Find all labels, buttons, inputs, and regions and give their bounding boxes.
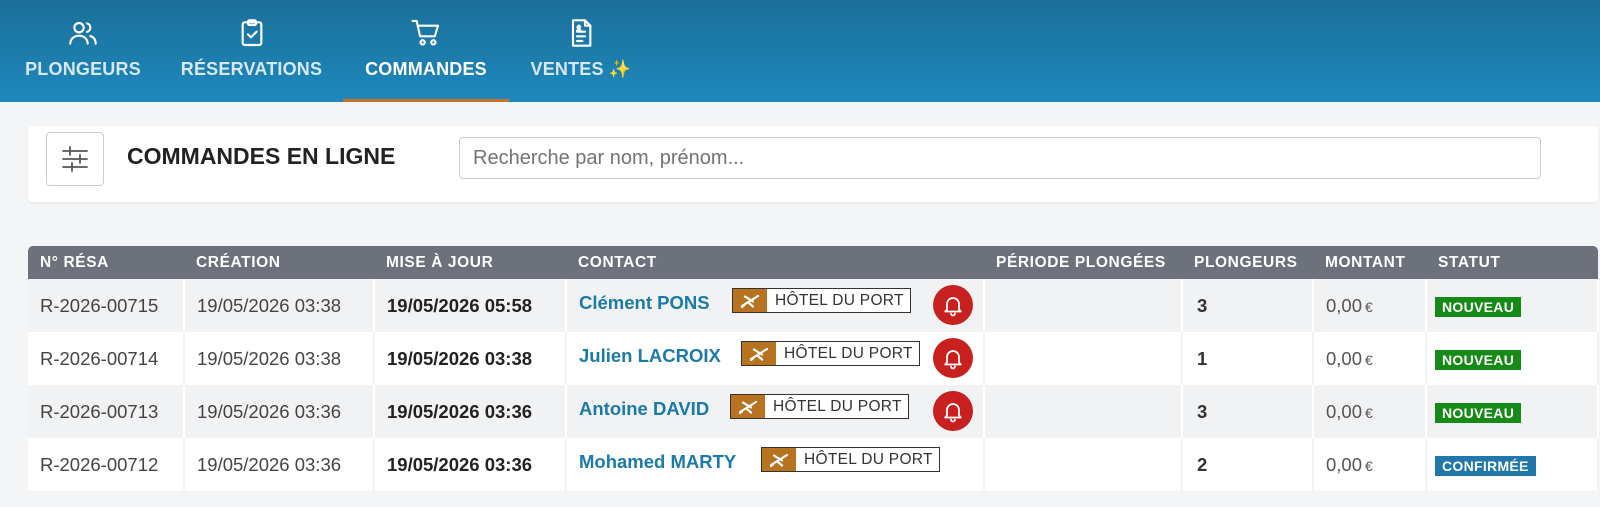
tab-label: RÉSERVATIONS <box>180 59 323 79</box>
dive-period <box>984 279 1183 332</box>
sliders-icon <box>62 146 88 172</box>
hotel-name: HÔTEL DU PORT <box>804 451 933 468</box>
status-badge: NOUVEAU <box>1435 349 1522 370</box>
plane-icon <box>742 342 776 365</box>
status-badge: NOUVEAU <box>1435 402 1522 423</box>
resa-number: R-2026-00715 <box>28 279 185 332</box>
tab-label: COMMANDES <box>365 59 487 79</box>
resa-number: R-2026-00713 <box>28 385 185 438</box>
clipboard-check-icon <box>235 16 269 50</box>
column-header[interactable]: STATUT <box>1426 246 1598 279</box>
amount-value: 0,00 <box>1326 400 1363 422</box>
plane-icon <box>762 448 796 471</box>
created-date: 19/05/2026 03:38 <box>184 332 375 385</box>
column-header[interactable]: N° RÉSA <box>28 246 184 279</box>
table-row[interactable]: R-2026-00712 19/05/2026 03:36 19/05/2026… <box>28 438 1599 491</box>
amount: 0,00 € <box>1313 385 1427 438</box>
status-cell: NOUVEAU <box>1426 385 1599 438</box>
status-cell: NOUVEAU <box>1426 279 1599 332</box>
plane-icon <box>731 395 765 418</box>
amount: 0,00 € <box>1313 332 1427 385</box>
status-badge: CONFIRMÉE <box>1435 455 1536 476</box>
bell-alert-icon[interactable] <box>933 285 973 325</box>
invoice-icon <box>564 16 598 50</box>
hotel-tag: HÔTEL DU PORT <box>761 447 940 472</box>
filter-button[interactable] <box>46 132 104 186</box>
contact-cell: Clément PONS HÔTEL DU PORT <box>566 279 985 332</box>
orders-table: N° RÉSA CRÉATION MISE À JOUR CONTACT PÉR… <box>28 246 1599 491</box>
dive-period <box>984 438 1183 491</box>
updated-date: 19/05/2026 03:36 <box>374 438 567 491</box>
amount-value: 0,00 <box>1326 294 1363 316</box>
page-title: COMMANDES EN LIGNE <box>127 143 396 169</box>
divers-count: 1 <box>1182 332 1314 385</box>
contact-link[interactable]: Julien LACROIX <box>579 345 721 367</box>
column-header[interactable]: PLONGEURS <box>1182 246 1313 279</box>
column-header[interactable]: CRÉATION <box>184 246 374 279</box>
contact-link[interactable]: Mohamed MARTY <box>579 451 736 473</box>
bell-alert-icon[interactable] <box>933 338 973 378</box>
status-cell: CONFIRMÉE <box>1426 438 1599 491</box>
column-header[interactable]: PÉRIODE PLONGÉES <box>984 246 1182 279</box>
header-card: COMMANDES EN LIGNE <box>28 126 1598 202</box>
hotel-tag: HÔTEL DU PORT <box>730 394 909 419</box>
column-header[interactable]: MISE À JOUR <box>374 246 566 279</box>
updated-date: 19/05/2026 03:38 <box>374 332 567 385</box>
top-navigation: PLONGEURS RÉSERVATIONS COMMANDES VENTES … <box>0 0 1600 102</box>
table-row[interactable]: R-2026-00714 19/05/2026 03:38 19/05/2026… <box>28 332 1599 385</box>
table-row[interactable]: R-2026-00715 19/05/2026 03:38 19/05/2026… <box>28 279 1599 332</box>
tab-label: VENTES ✨ <box>530 59 632 79</box>
dive-period <box>984 385 1183 438</box>
created-date: 19/05/2026 03:36 <box>184 438 375 491</box>
tab-label: PLONGEURS <box>25 59 141 79</box>
updated-date: 19/05/2026 03:36 <box>374 385 567 438</box>
divers-count: 2 <box>1182 438 1314 491</box>
created-date: 19/05/2026 03:36 <box>184 385 375 438</box>
tab-ventes[interactable]: VENTES ✨ <box>530 0 632 102</box>
tab-plongeurs[interactable]: PLONGEURS <box>25 0 141 102</box>
updated-date: 19/05/2026 05:58 <box>374 279 567 332</box>
shopping-cart-icon <box>409 16 443 50</box>
hotel-name: HÔTEL DU PORT <box>784 345 913 362</box>
contact-cell: Julien LACROIX HÔTEL DU PORT <box>566 332 985 385</box>
divers-count: 3 <box>1182 279 1314 332</box>
bell-alert-icon[interactable] <box>933 391 973 431</box>
contact-cell: Mohamed MARTY HÔTEL DU PORT <box>566 438 985 491</box>
resa-number: R-2026-00714 <box>28 332 185 385</box>
currency-symbol: € <box>1365 351 1373 368</box>
amount: 0,00 € <box>1313 279 1427 332</box>
currency-symbol: € <box>1365 298 1373 315</box>
hotel-name: HÔTEL DU PORT <box>775 292 904 309</box>
currency-symbol: € <box>1365 404 1373 421</box>
table-row[interactable]: R-2026-00713 19/05/2026 03:36 19/05/2026… <box>28 385 1599 438</box>
resa-number: R-2026-00712 <box>28 438 185 491</box>
hotel-name: HÔTEL DU PORT <box>773 398 902 415</box>
currency-symbol: € <box>1365 457 1373 474</box>
amount: 0,00 € <box>1313 438 1427 491</box>
amount-value: 0,00 <box>1326 347 1363 369</box>
status-cell: NOUVEAU <box>1426 332 1599 385</box>
amount-value: 0,00 <box>1326 453 1363 475</box>
column-header[interactable]: CONTACT <box>566 246 984 279</box>
dive-period <box>984 332 1183 385</box>
hotel-tag: HÔTEL DU PORT <box>732 288 911 313</box>
column-header[interactable]: MONTANT <box>1313 246 1426 279</box>
contact-cell: Antoine DAVID HÔTEL DU PORT <box>566 385 985 438</box>
divers-count: 3 <box>1182 385 1314 438</box>
hotel-tag: HÔTEL DU PORT <box>741 341 920 366</box>
status-badge: NOUVEAU <box>1435 296 1522 317</box>
tab-reservations[interactable]: RÉSERVATIONS <box>180 0 323 102</box>
tab-commandes[interactable]: COMMANDES <box>343 0 509 102</box>
contact-link[interactable]: Clément PONS <box>579 292 710 314</box>
table-header-row: N° RÉSA CRÉATION MISE À JOUR CONTACT PÉR… <box>28 246 1598 279</box>
search-input[interactable] <box>459 137 1541 179</box>
contact-link[interactable]: Antoine DAVID <box>579 398 709 420</box>
created-date: 19/05/2026 03:38 <box>184 279 375 332</box>
plane-icon <box>733 289 767 312</box>
active-tab-indicator <box>343 99 509 102</box>
users-icon <box>66 16 100 50</box>
